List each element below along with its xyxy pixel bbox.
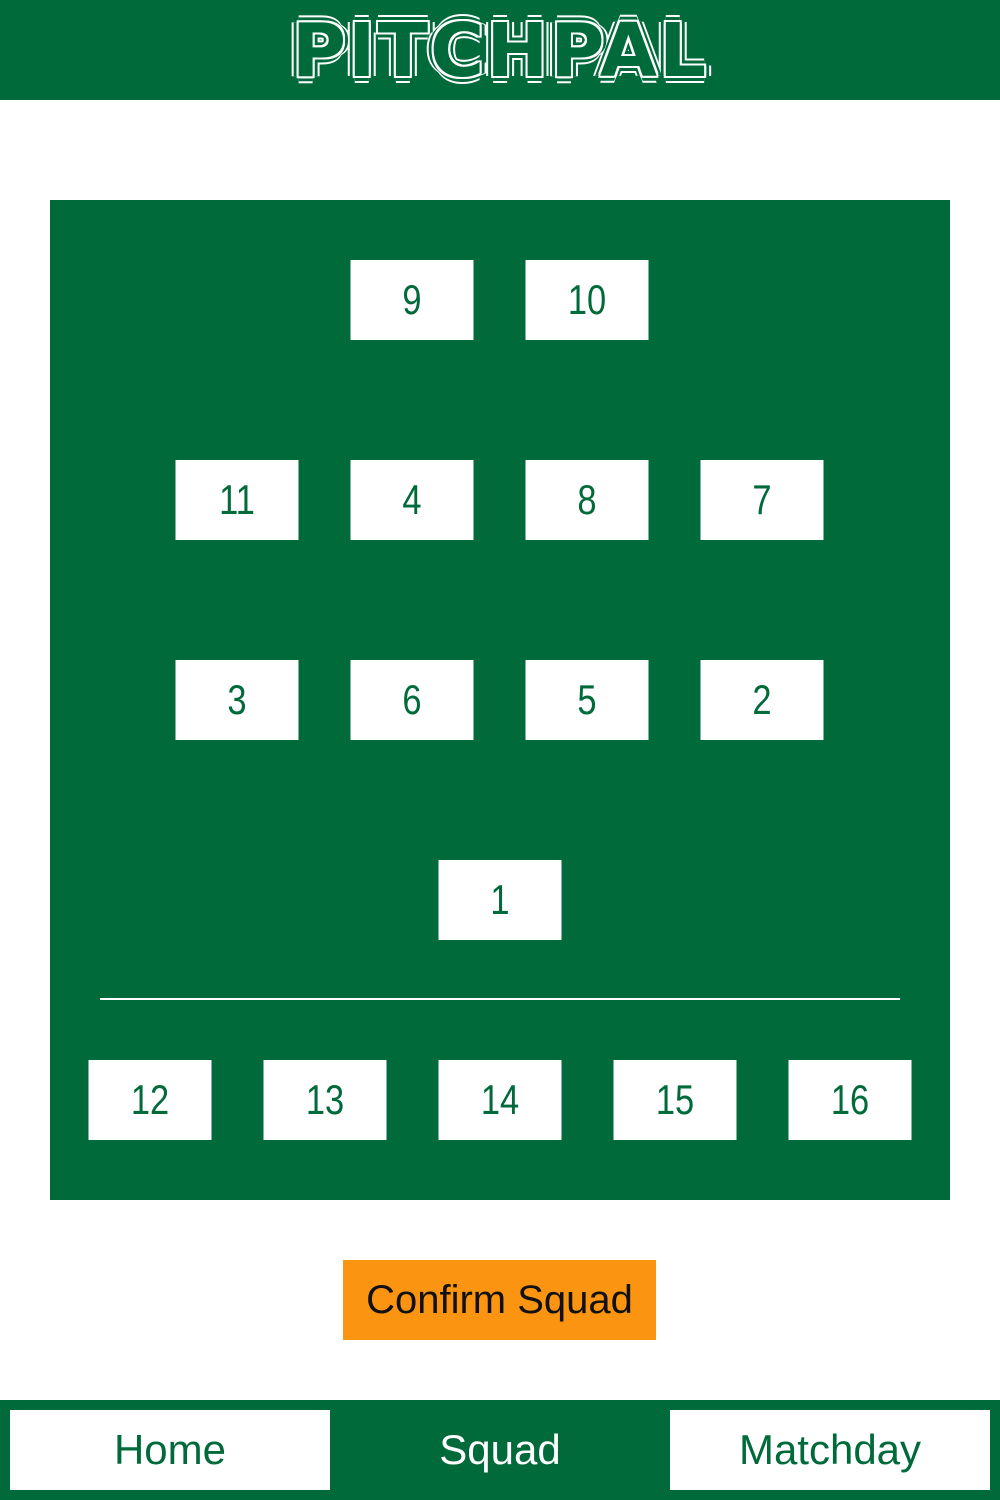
shirt-number: 4 (402, 476, 422, 523)
position-slot[interactable]: 4 (350, 460, 474, 540)
nav-item-matchday[interactable]: Matchday (670, 1410, 990, 1490)
shirt-number: 9 (402, 276, 422, 323)
app-root: PITCHPAL 9 10 11 4 8 7 3 6 5 2 1 12 13 1… (0, 0, 1000, 1500)
shirt-number: 5 (577, 676, 597, 723)
position-slot[interactable]: 6 (350, 660, 474, 740)
goalkeeper-slot[interactable]: 1 (438, 860, 562, 940)
nav-item-home[interactable]: Home (10, 1410, 330, 1490)
shirt-number: 2 (752, 676, 772, 723)
substitute-slot[interactable]: 16 (788, 1060, 912, 1140)
position-slot[interactable]: 2 (700, 660, 824, 740)
app-header: PITCHPAL (0, 0, 1000, 100)
position-slot[interactable]: 5 (525, 660, 649, 740)
shirt-number: 13 (305, 1076, 345, 1123)
shirt-number: 16 (830, 1076, 870, 1123)
shirt-number: 8 (577, 476, 597, 523)
shirt-number: 12 (130, 1076, 170, 1123)
substitute-slot[interactable]: 13 (263, 1060, 387, 1140)
confirm-squad-button[interactable]: Confirm Squad (343, 1260, 656, 1340)
shirt-number: 15 (655, 1076, 695, 1123)
position-slot[interactable]: 8 (525, 460, 649, 540)
bottom-nav: Home Squad Matchday (0, 1400, 1000, 1500)
app-logo: PITCHPAL (291, 8, 709, 94)
shirt-number: 11 (219, 476, 255, 523)
pitch: 9 10 11 4 8 7 3 6 5 2 1 12 13 14 15 16 (50, 200, 950, 1200)
position-slot[interactable]: 7 (700, 460, 824, 540)
shirt-number: 7 (752, 476, 772, 523)
shirt-number: 1 (490, 876, 510, 923)
position-slot[interactable]: 3 (175, 660, 299, 740)
substitute-slot[interactable]: 15 (613, 1060, 737, 1140)
shirt-number: 10 (567, 276, 607, 323)
position-slot[interactable]: 9 (350, 260, 474, 340)
shirt-number: 14 (480, 1076, 520, 1123)
bench-divider (100, 998, 900, 1000)
substitute-slot[interactable]: 14 (438, 1060, 562, 1140)
shirt-number: 6 (402, 676, 422, 723)
shirt-number: 3 (227, 676, 247, 723)
position-slot[interactable]: 10 (525, 260, 649, 340)
position-slot[interactable]: 11 (175, 460, 299, 540)
substitute-slot[interactable]: 12 (88, 1060, 212, 1140)
nav-item-squad[interactable]: Squad (340, 1410, 660, 1490)
